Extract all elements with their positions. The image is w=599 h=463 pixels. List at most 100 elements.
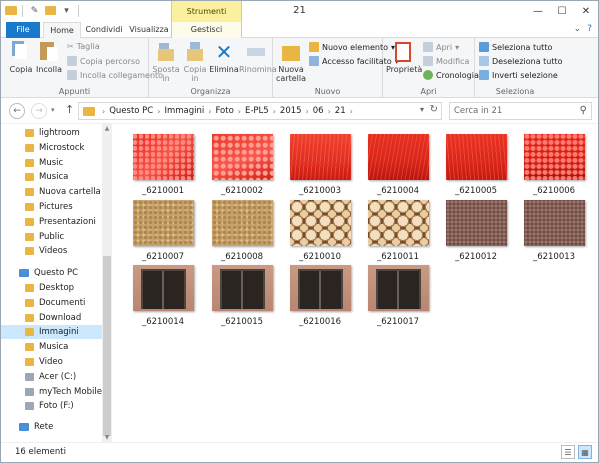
drive-icon	[25, 402, 34, 411]
file-item[interactable]: _6210012	[443, 200, 509, 262]
invert-selection-button[interactable]: Inverti selezione	[479, 70, 558, 80]
file-item[interactable]: _6210001	[130, 134, 196, 196]
up-button[interactable]: ↑	[65, 103, 74, 116]
nav-item[interactable]: Music	[1, 156, 102, 170]
help-icon[interactable]: ?	[587, 24, 592, 34]
refresh-icon[interactable]: ↻	[430, 104, 438, 115]
new-folder-icon[interactable]	[44, 4, 57, 17]
chevron-right-icon[interactable]: ›	[306, 107, 309, 116]
file-item[interactable]: _6210010	[287, 200, 353, 262]
file-item[interactable]: _6210007	[130, 200, 196, 262]
close-button[interactable]: ✕	[574, 1, 598, 21]
scroll-down-icon[interactable]: ▼	[102, 434, 112, 441]
tab-share[interactable]: Condividi	[83, 22, 125, 38]
file-item[interactable]: _6210017	[365, 265, 431, 327]
nav-item[interactable]: Nuova cartella	[1, 185, 102, 199]
network-icon	[19, 423, 29, 432]
move-to-button[interactable]: Sposta in	[151, 41, 181, 83]
folder-icon	[25, 343, 34, 352]
nav-pane-scrollbar[interactable]: ▲ ▼	[102, 124, 112, 442]
file-item[interactable]: _6210002	[209, 134, 275, 196]
nav-item[interactable]: Documenti	[1, 296, 102, 310]
nav-item[interactable]: Desktop	[1, 281, 102, 295]
tab-home[interactable]: Home	[43, 22, 81, 39]
nav-item[interactable]: Immagini	[1, 325, 102, 340]
file-item[interactable]: _6210016	[287, 265, 353, 327]
breadcrumb-item[interactable]: 21 ›	[335, 106, 357, 116]
scroll-up-icon[interactable]: ▲	[102, 125, 112, 132]
nav-item[interactable]: Download	[1, 311, 102, 325]
cut-button[interactable]: ✂ Taglia	[67, 42, 100, 51]
nav-item[interactable]: Public	[1, 230, 102, 244]
breadcrumb-item[interactable]: 2015 ›	[280, 106, 313, 116]
file-item[interactable]: _6210005	[443, 134, 509, 196]
scrollbar-thumb[interactable]	[103, 256, 111, 436]
select-all-button[interactable]: Seleziona tutto	[479, 42, 552, 52]
chevron-right-icon[interactable]: ›	[238, 107, 241, 116]
file-item[interactable]: _6210008	[209, 200, 275, 262]
nav-item[interactable]: Presentazioni	[1, 215, 102, 229]
large-icons-view-button[interactable]: ▦	[578, 445, 592, 459]
chevron-right-icon[interactable]: ›	[328, 107, 331, 116]
breadcrumb-item[interactable]: Questo PC ›	[109, 106, 164, 116]
details-view-button[interactable]: ☰	[561, 445, 575, 459]
properties-button[interactable]: Proprietà	[386, 41, 422, 74]
paste-button[interactable]: Incolla	[35, 41, 63, 74]
nav-item[interactable]: Pictures	[1, 200, 102, 214]
edit-button[interactable]: Modifica	[423, 56, 469, 66]
nav-item[interactable]: myTech Mobile D	[1, 385, 102, 399]
copy-path-button[interactable]: Copia percorso	[67, 56, 140, 66]
copy-path-label: Copia percorso	[80, 56, 140, 66]
delete-button[interactable]: ✕ Elimina	[209, 41, 239, 74]
nav-item[interactable]: lightroom	[1, 126, 102, 140]
file-thumbnail	[367, 265, 429, 311]
open-button[interactable]: Apri ▾	[423, 42, 459, 52]
back-button[interactable]: ←	[9, 103, 25, 119]
maximize-button[interactable]: ☐	[550, 1, 574, 21]
search-input[interactable]: Cerca in 21 ⚲	[449, 102, 592, 120]
file-item[interactable]: _6210013	[521, 200, 587, 262]
breadcrumb-item[interactable]: E-PL5 ›	[245, 106, 280, 116]
breadcrumb-item[interactable]: 06 ›	[313, 106, 335, 116]
select-none-button[interactable]: Deseleziona tutto	[479, 56, 563, 66]
properties-icon[interactable]: ✎	[28, 4, 41, 17]
breadcrumb-item[interactable]: Immagini ›	[164, 106, 215, 116]
address-bar[interactable]: › Questo PC › Immagini › Foto › E-PL5 › 2015 › 06 ›…	[78, 102, 442, 120]
tab-manage[interactable]: Gestisci	[171, 22, 242, 38]
folder-icon	[25, 158, 34, 167]
nav-item[interactable]: Videos	[1, 244, 102, 258]
tab-file[interactable]: File	[6, 22, 40, 38]
chevron-right-icon[interactable]: ›	[273, 107, 276, 116]
nav-item[interactable]: Acer (C:)	[1, 370, 102, 384]
expand-ribbon-icon[interactable]: ⌄	[574, 24, 582, 34]
search-icon: ⚲	[579, 105, 587, 116]
breadcrumb-item[interactable]: Foto ›	[215, 106, 245, 116]
file-item[interactable]: _6210011	[365, 200, 431, 262]
new-folder-button[interactable]: Nuova cartella	[275, 41, 307, 83]
address-dropdown-icon[interactable]: ▾	[420, 105, 424, 114]
rename-button[interactable]: Rinomina	[239, 41, 277, 74]
nav-item[interactable]: Video	[1, 355, 102, 369]
minimize-button[interactable]: —	[526, 1, 550, 21]
chevron-right-icon[interactable]: ›	[157, 107, 160, 116]
file-item[interactable]: _6210014	[130, 265, 196, 327]
nav-item[interactable]: Rete	[1, 422, 102, 432]
nav-item[interactable]: Musica	[1, 170, 102, 184]
nav-item[interactable]: Musica	[1, 340, 102, 354]
recent-locations-icon[interactable]: ▾	[51, 106, 55, 114]
file-item[interactable]: _6210003	[287, 134, 353, 196]
nav-item[interactable]: Microstock	[1, 141, 102, 155]
chevron-right-icon[interactable]: ›	[350, 107, 353, 116]
chevron-right-icon[interactable]: ›	[208, 107, 211, 116]
nav-item[interactable]: Questo PC	[1, 266, 102, 280]
file-item[interactable]: _6210004	[365, 134, 431, 196]
file-item[interactable]: _6210015	[209, 265, 275, 327]
history-button[interactable]: Cronologia	[423, 70, 479, 80]
nav-item[interactable]: Foto (F:)	[1, 399, 102, 413]
forward-button[interactable]: →	[31, 103, 47, 119]
tab-view[interactable]: Visualizza	[128, 22, 170, 38]
file-item[interactable]: _6210006	[521, 134, 587, 196]
copy-button[interactable]: Copia	[7, 41, 35, 74]
qat-dropdown-icon[interactable]: ▾	[60, 4, 73, 17]
copy-to-button[interactable]: Copia in	[180, 41, 210, 83]
